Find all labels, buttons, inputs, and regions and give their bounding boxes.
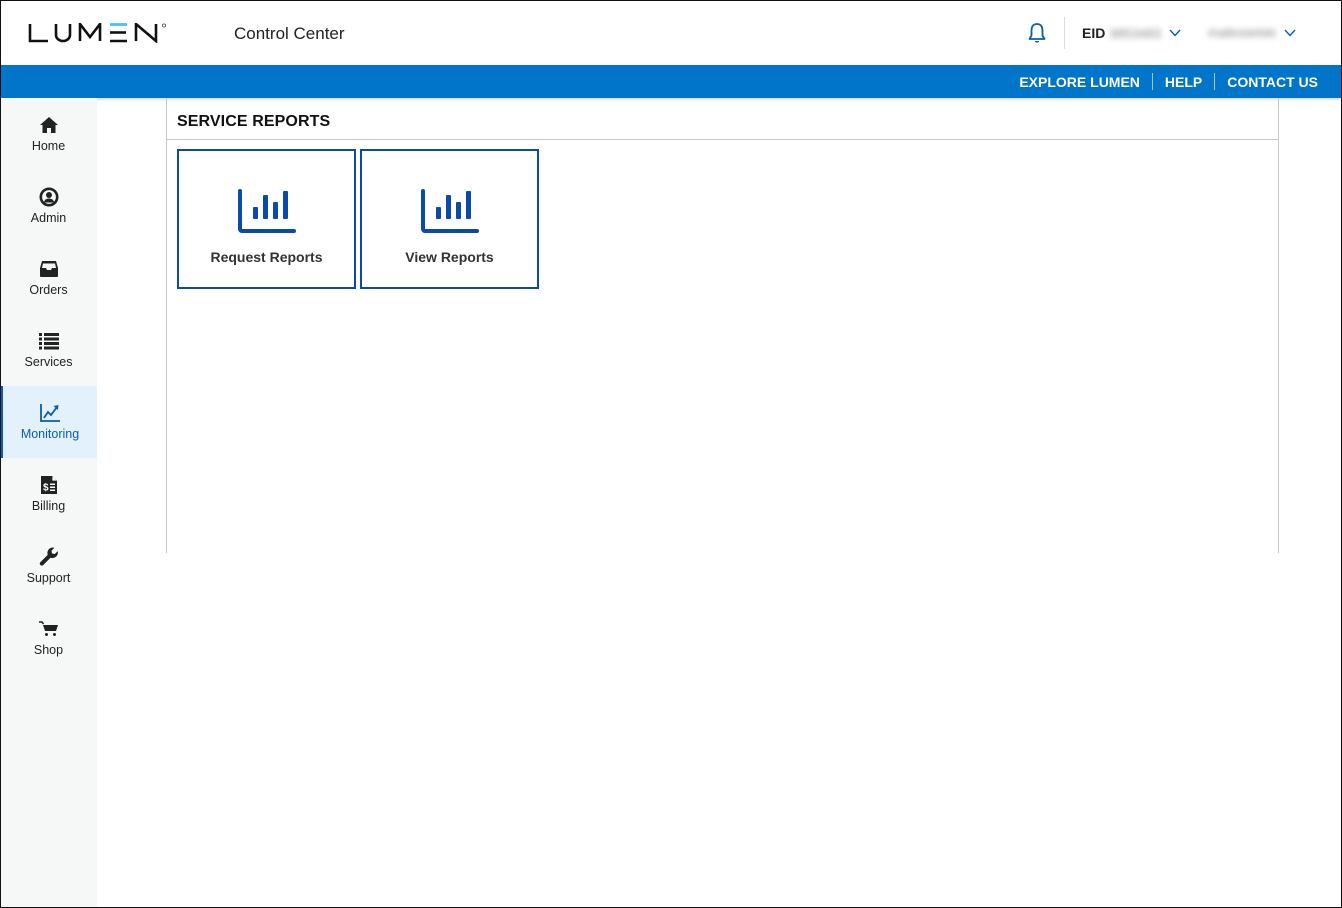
sidebar-item-home[interactable]: Home bbox=[0, 98, 97, 170]
user-name: mattosielski bbox=[1208, 25, 1276, 40]
eid-selector[interactable]: EID 8853483 bbox=[1082, 25, 1181, 41]
tile-label: View Reports bbox=[405, 249, 494, 265]
sidebar-item-label: Monitoring bbox=[20, 427, 80, 441]
wrench-icon bbox=[38, 546, 60, 568]
title-divider bbox=[167, 139, 1278, 140]
lumen-logo[interactable] bbox=[28, 20, 168, 46]
contact-us-link[interactable]: CONTACT US bbox=[1227, 74, 1318, 90]
cart-icon bbox=[38, 618, 60, 640]
sidebar-item-label: Support bbox=[26, 571, 71, 585]
sidebar-item-label: Orders bbox=[29, 283, 68, 297]
utility-links: EXPLORE LUMEN HELP CONTACT US bbox=[1019, 65, 1318, 98]
user-menu[interactable]: mattosielski bbox=[1208, 25, 1296, 40]
help-link[interactable]: HELP bbox=[1165, 74, 1202, 90]
sidebar-item-label: Services bbox=[24, 355, 73, 369]
sidebar-item-label: Admin bbox=[30, 211, 67, 225]
header-divider bbox=[1064, 17, 1065, 49]
sidebar-item-monitoring[interactable]: Monitoring bbox=[0, 386, 97, 458]
home-icon bbox=[38, 114, 60, 136]
bell-icon[interactable] bbox=[1026, 22, 1048, 44]
tile-label: Request Reports bbox=[210, 249, 323, 265]
link-separator bbox=[1214, 73, 1216, 90]
link-separator bbox=[1151, 73, 1153, 90]
lumen-logo-icon bbox=[28, 23, 166, 43]
sidebar-item-billing[interactable]: $ Billing bbox=[0, 458, 97, 530]
chevron-down-icon bbox=[1284, 29, 1296, 37]
bar-chart-icon bbox=[420, 189, 479, 233]
eid-label: EID bbox=[1082, 25, 1106, 41]
utility-bar: EXPLORE LUMEN HELP CONTACT US bbox=[0, 65, 1342, 98]
sidebar-item-label: Billing bbox=[31, 499, 66, 513]
sidebar-item-admin[interactable]: Admin bbox=[0, 170, 97, 242]
view-reports-tile[interactable]: View Reports bbox=[360, 149, 539, 289]
bar-chart-icon bbox=[237, 189, 296, 233]
sidebar-item-shop[interactable]: Shop bbox=[0, 602, 97, 674]
inbox-icon bbox=[38, 258, 60, 280]
svg-text:$: $ bbox=[43, 483, 49, 494]
page-title: SERVICE REPORTS bbox=[177, 113, 331, 130]
list-icon bbox=[38, 330, 60, 352]
sidebar-item-orders[interactable]: Orders bbox=[0, 242, 97, 314]
chart-line-icon bbox=[39, 402, 61, 424]
eid-value: 8853483 bbox=[1110, 25, 1161, 41]
sidebar-item-services[interactable]: Services bbox=[0, 314, 97, 386]
sidebar-item-support[interactable]: Support bbox=[0, 530, 97, 602]
service-reports-panel: SERVICE REPORTS Request Reports View Rep… bbox=[166, 98, 1279, 553]
top-header: Control Center EID 8853483 mattosielski bbox=[0, 0, 1342, 65]
request-reports-tile[interactable]: Request Reports bbox=[177, 149, 356, 289]
app-title: Control Center bbox=[234, 24, 345, 43]
user-circle-icon bbox=[38, 186, 60, 208]
invoice-dollar-icon: $ bbox=[38, 474, 60, 496]
sidebar-nav: Home Admin Orders Services Monitoring $ … bbox=[0, 98, 97, 908]
sidebar-item-label: Shop bbox=[33, 643, 64, 657]
chevron-down-icon bbox=[1169, 29, 1181, 37]
sidebar-item-label: Home bbox=[31, 139, 66, 153]
explore-lumen-link[interactable]: EXPLORE LUMEN bbox=[1019, 74, 1140, 90]
